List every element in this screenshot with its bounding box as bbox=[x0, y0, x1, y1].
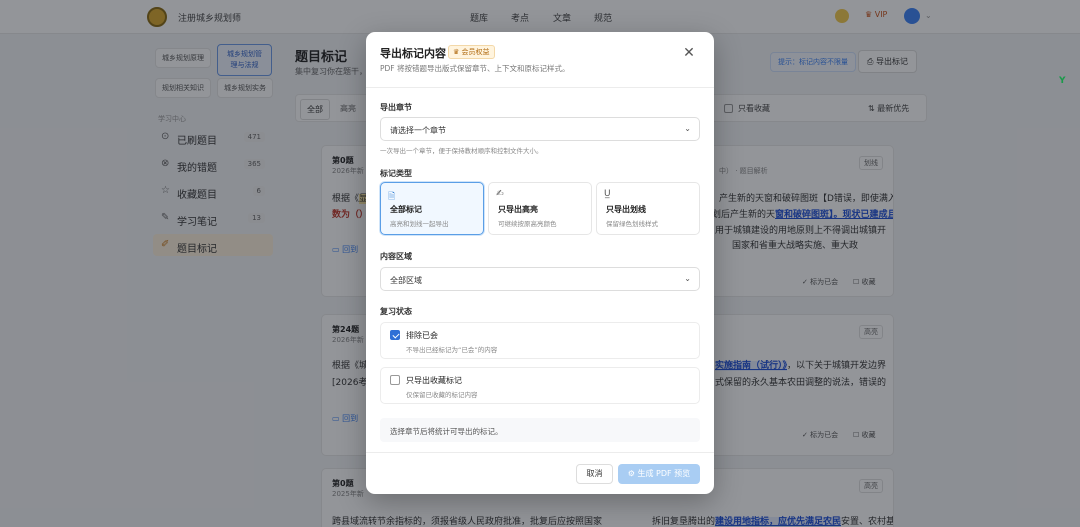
generate-label: 生成 PDF 预览 bbox=[637, 469, 691, 478]
generate-pdf-preview-button[interactable]: ⚙ 生成 PDF 预览 bbox=[618, 464, 700, 484]
exclude-known-option[interactable]: 排除已会 不导出已经标记为“已会”的内容 bbox=[380, 322, 700, 359]
only-favorites-option[interactable]: 只导出收藏标记 仅保留已收藏的标记内容 bbox=[380, 367, 700, 404]
option-name: 只导出收藏标记 bbox=[406, 376, 462, 385]
export-stat-text: 选择章节后将统计可导出的标记。 bbox=[390, 427, 503, 436]
option-desc: 不导出已经标记为“已会”的内容 bbox=[406, 346, 498, 354]
chevron-down-icon: ⌄ bbox=[684, 124, 691, 133]
close-icon[interactable]: ✕ bbox=[680, 44, 698, 62]
divider bbox=[366, 87, 714, 88]
export-dialog: 导出标记内容 ♛ 会员权益 ✕ PDF 将按错题导出版式保留章节、上下文和原标记… bbox=[366, 32, 714, 494]
area-select[interactable]: 全部区域 ⌄ bbox=[380, 267, 700, 291]
review-label: 复习状态 bbox=[380, 307, 412, 316]
divider bbox=[366, 452, 714, 453]
cancel-button[interactable]: 取消 bbox=[576, 464, 613, 484]
option-desc: 仅保留已收藏的标记内容 bbox=[406, 391, 478, 399]
vip-badge-label: 会员权益 bbox=[461, 48, 490, 56]
dialog-subtitle: PDF 将按错题导出版式保留章节、上下文和原标记样式。 bbox=[380, 64, 570, 73]
chapter-select-value: 请选择一个章节 bbox=[390, 126, 446, 135]
mark-type-name: 只导出高亮 bbox=[498, 205, 538, 214]
area-select-value: 全部区域 bbox=[390, 276, 422, 285]
mark-type-underline-option[interactable]: U̲ 只导出划线 保留绿色划线样式 bbox=[596, 182, 700, 235]
chevron-down-icon: ⌄ bbox=[684, 274, 691, 283]
side-widget-icon[interactable]: Y bbox=[1059, 76, 1066, 86]
area-label: 内容区域 bbox=[380, 252, 412, 261]
mark-type-name: 只导出划线 bbox=[606, 205, 646, 214]
dialog-title: 导出标记内容 bbox=[380, 47, 446, 60]
mark-type-highlight-option[interactable]: ✍ 只导出高亮 可继续按原高亮颜色 bbox=[488, 182, 592, 235]
mark-type-desc: 可继续按原高亮颜色 bbox=[498, 220, 557, 228]
mark-type-desc: 保留绿色划线样式 bbox=[606, 220, 658, 228]
underline-icon: U̲ bbox=[604, 189, 611, 199]
chapter-help-text: 一次导出一个章节，便于保持教材顺序和控制文件大小。 bbox=[380, 147, 543, 155]
document-icon: 🗎 bbox=[388, 192, 396, 202]
option-name: 排除已会 bbox=[406, 331, 438, 340]
chapter-select[interactable]: 请选择一个章节 ⌄ bbox=[380, 117, 700, 141]
highlighter-icon: ✍ bbox=[496, 189, 504, 199]
chapter-label: 导出章节 bbox=[380, 103, 412, 112]
only-favorites-checkbox[interactable] bbox=[390, 375, 400, 385]
mark-type-name: 全部标记 bbox=[390, 205, 422, 214]
vip-badge: ♛ 会员权益 bbox=[448, 45, 495, 59]
mark-type-desc: 高亮和划线一起导出 bbox=[390, 220, 449, 228]
export-stat-box: 选择章节后将统计可导出的标记。 bbox=[380, 418, 700, 442]
mark-type-label: 标记类型 bbox=[380, 169, 412, 178]
exclude-known-checkbox[interactable] bbox=[390, 330, 400, 340]
mark-type-all-option[interactable]: 🗎 全部标记 高亮和划线一起导出 bbox=[380, 182, 484, 235]
